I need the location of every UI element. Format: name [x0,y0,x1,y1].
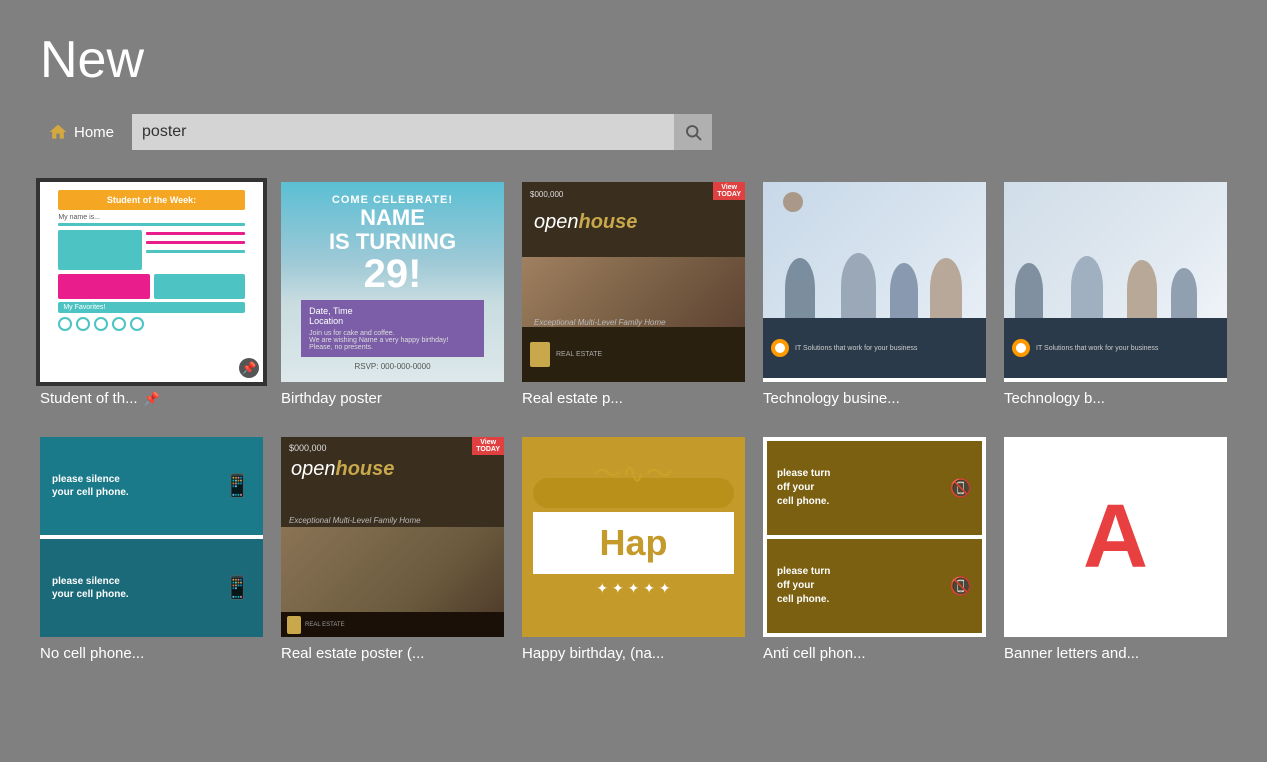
template-label: Banner letters and... [1004,645,1139,662]
home-button[interactable]: Home [40,118,122,146]
template-label: Technology busine... [763,390,900,407]
template-item[interactable]: please silenceyour cell phone. 📱 please … [40,437,263,662]
template-label: No cell phone... [40,645,144,662]
template-thumbnail: ViewTODAY $000,000 openhouse Exceptional… [281,437,504,637]
template-label: Technology b... [1004,390,1105,407]
template-thumbnail: please silenceyour cell phone. 📱 please … [40,437,263,637]
template-label: Birthday poster [281,390,382,407]
template-item[interactable]: simplifying IT IT Solutions that work fo… [763,182,986,407]
template-thumbnail: Student of the Week: My name is... [40,182,263,382]
template-label: Happy birthday, (na... [522,645,664,662]
template-item[interactable]: please turnoff yourcell phone. 📵 please … [763,437,986,662]
template-label: Anti cell phon... [763,645,866,662]
search-input-wrap [132,114,712,150]
templates-grid: Student of the Week: My name is... [40,182,1227,662]
home-icon [48,122,68,142]
page-title: New [40,30,1227,90]
template-label: Real estate poster (... [281,645,424,662]
search-input[interactable] [132,123,674,141]
home-label: Home [74,124,114,141]
template-item[interactable]: A Banner letters and... [1004,437,1227,662]
template-label: Real estate p... [522,390,623,407]
template-item[interactable]: ViewTODAY $000,000 openhouse Exceptional… [522,182,745,407]
template-thumbnail: COME CELEBRATE! NAMEIS TURNING 29! Date,… [281,182,504,382]
template-item[interactable]: simplifying IT IT Solutions that work fo… [1004,182,1227,407]
template-thumbnail: please turnoff yourcell phone. 📵 please … [763,437,986,637]
template-thumbnail: simplifying IT IT Solutions that work fo… [1004,182,1227,382]
template-item[interactable]: COME CELEBRATE! NAMEIS TURNING 29! Date,… [281,182,504,407]
pin-icon: 📌 [144,391,160,407]
template-thumbnail: A [1004,437,1227,637]
search-bar: Home [40,114,1227,150]
template-item[interactable]: Student of the Week: My name is... [40,182,263,407]
search-button[interactable] [674,114,712,150]
template-item[interactable]: ViewTODAY $000,000 openhouse Exceptional… [281,437,504,662]
search-icon [684,123,702,141]
template-item[interactable]: 〜∿〜 Hap ✦ ✦ ✦ ✦ ✦ Happy birthday, (na... [522,437,745,662]
template-thumbnail: ViewTODAY $000,000 openhouse Exceptional… [522,182,745,382]
template-thumbnail: simplifying IT IT Solutions that work fo… [763,182,986,382]
selected-indicator: 📌 [239,358,259,378]
template-label: Student of th... 📌 [40,390,160,407]
template-thumbnail: 〜∿〜 Hap ✦ ✦ ✦ ✦ ✦ [522,437,745,637]
